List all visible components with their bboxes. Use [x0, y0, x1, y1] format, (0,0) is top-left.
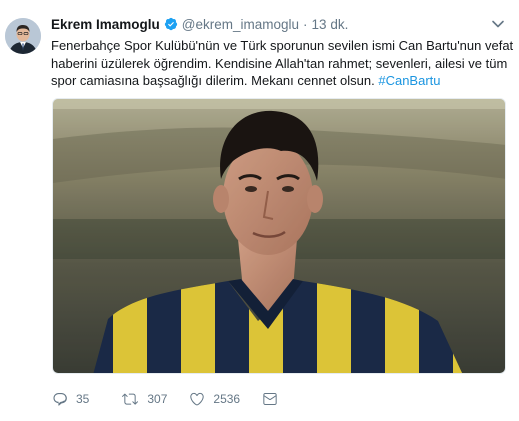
direct-message-button[interactable]: [262, 391, 278, 407]
hashtag-link[interactable]: #CanBartu: [378, 73, 440, 88]
tweet-text-line: spor camiasına başsağlığı dilerim. Mekan…: [51, 72, 511, 90]
like-button[interactable]: 2536: [189, 391, 240, 407]
tweet-text-line: haberini üzülerek öğrendim. Kendisine Al…: [51, 55, 508, 71]
reply-icon: [53, 393, 67, 406]
tweet-actions: 35 307 2536: [52, 388, 278, 410]
photo-of-footballer: [53, 99, 505, 373]
tweet-header: Ekrem Imamoglu @ekrem_imamoglu · 13 dk.: [51, 14, 348, 34]
timestamp[interactable]: 13 dk.: [312, 17, 349, 32]
tweet-card[interactable]: Ekrem Imamoglu @ekrem_imamoglu · 13 dk. …: [0, 0, 519, 421]
avatar-image: [5, 18, 41, 54]
handle[interactable]: @ekrem_imamoglu: [182, 17, 299, 32]
retweet-button[interactable]: 307: [121, 391, 167, 407]
reply-button[interactable]: 35: [52, 391, 89, 407]
separator: ·: [303, 16, 308, 32]
like-count: 2536: [213, 392, 241, 406]
display-name[interactable]: Ekrem Imamoglu: [51, 17, 160, 32]
heart-icon: [190, 392, 205, 406]
chevron-down-icon[interactable]: [490, 16, 506, 32]
verified-badge-icon: [164, 17, 177, 31]
reply-count: 35: [76, 392, 90, 406]
avatar[interactable]: [5, 18, 41, 54]
tweet-text-line-content: spor camiasına başsağlığı dilerim. Mekan…: [51, 73, 379, 88]
envelope-icon: [263, 393, 277, 406]
tweet-text: Fenerbahçe Spor Kulübü'nün ve Türk sporu…: [51, 37, 514, 90]
tweet-photo[interactable]: [52, 98, 506, 374]
tweet-text-line: Fenerbahçe Spor Kulübü'nün ve Türk sporu…: [51, 38, 514, 53]
retweet-icon: [122, 393, 139, 405]
retweet-count: 307: [147, 392, 168, 406]
